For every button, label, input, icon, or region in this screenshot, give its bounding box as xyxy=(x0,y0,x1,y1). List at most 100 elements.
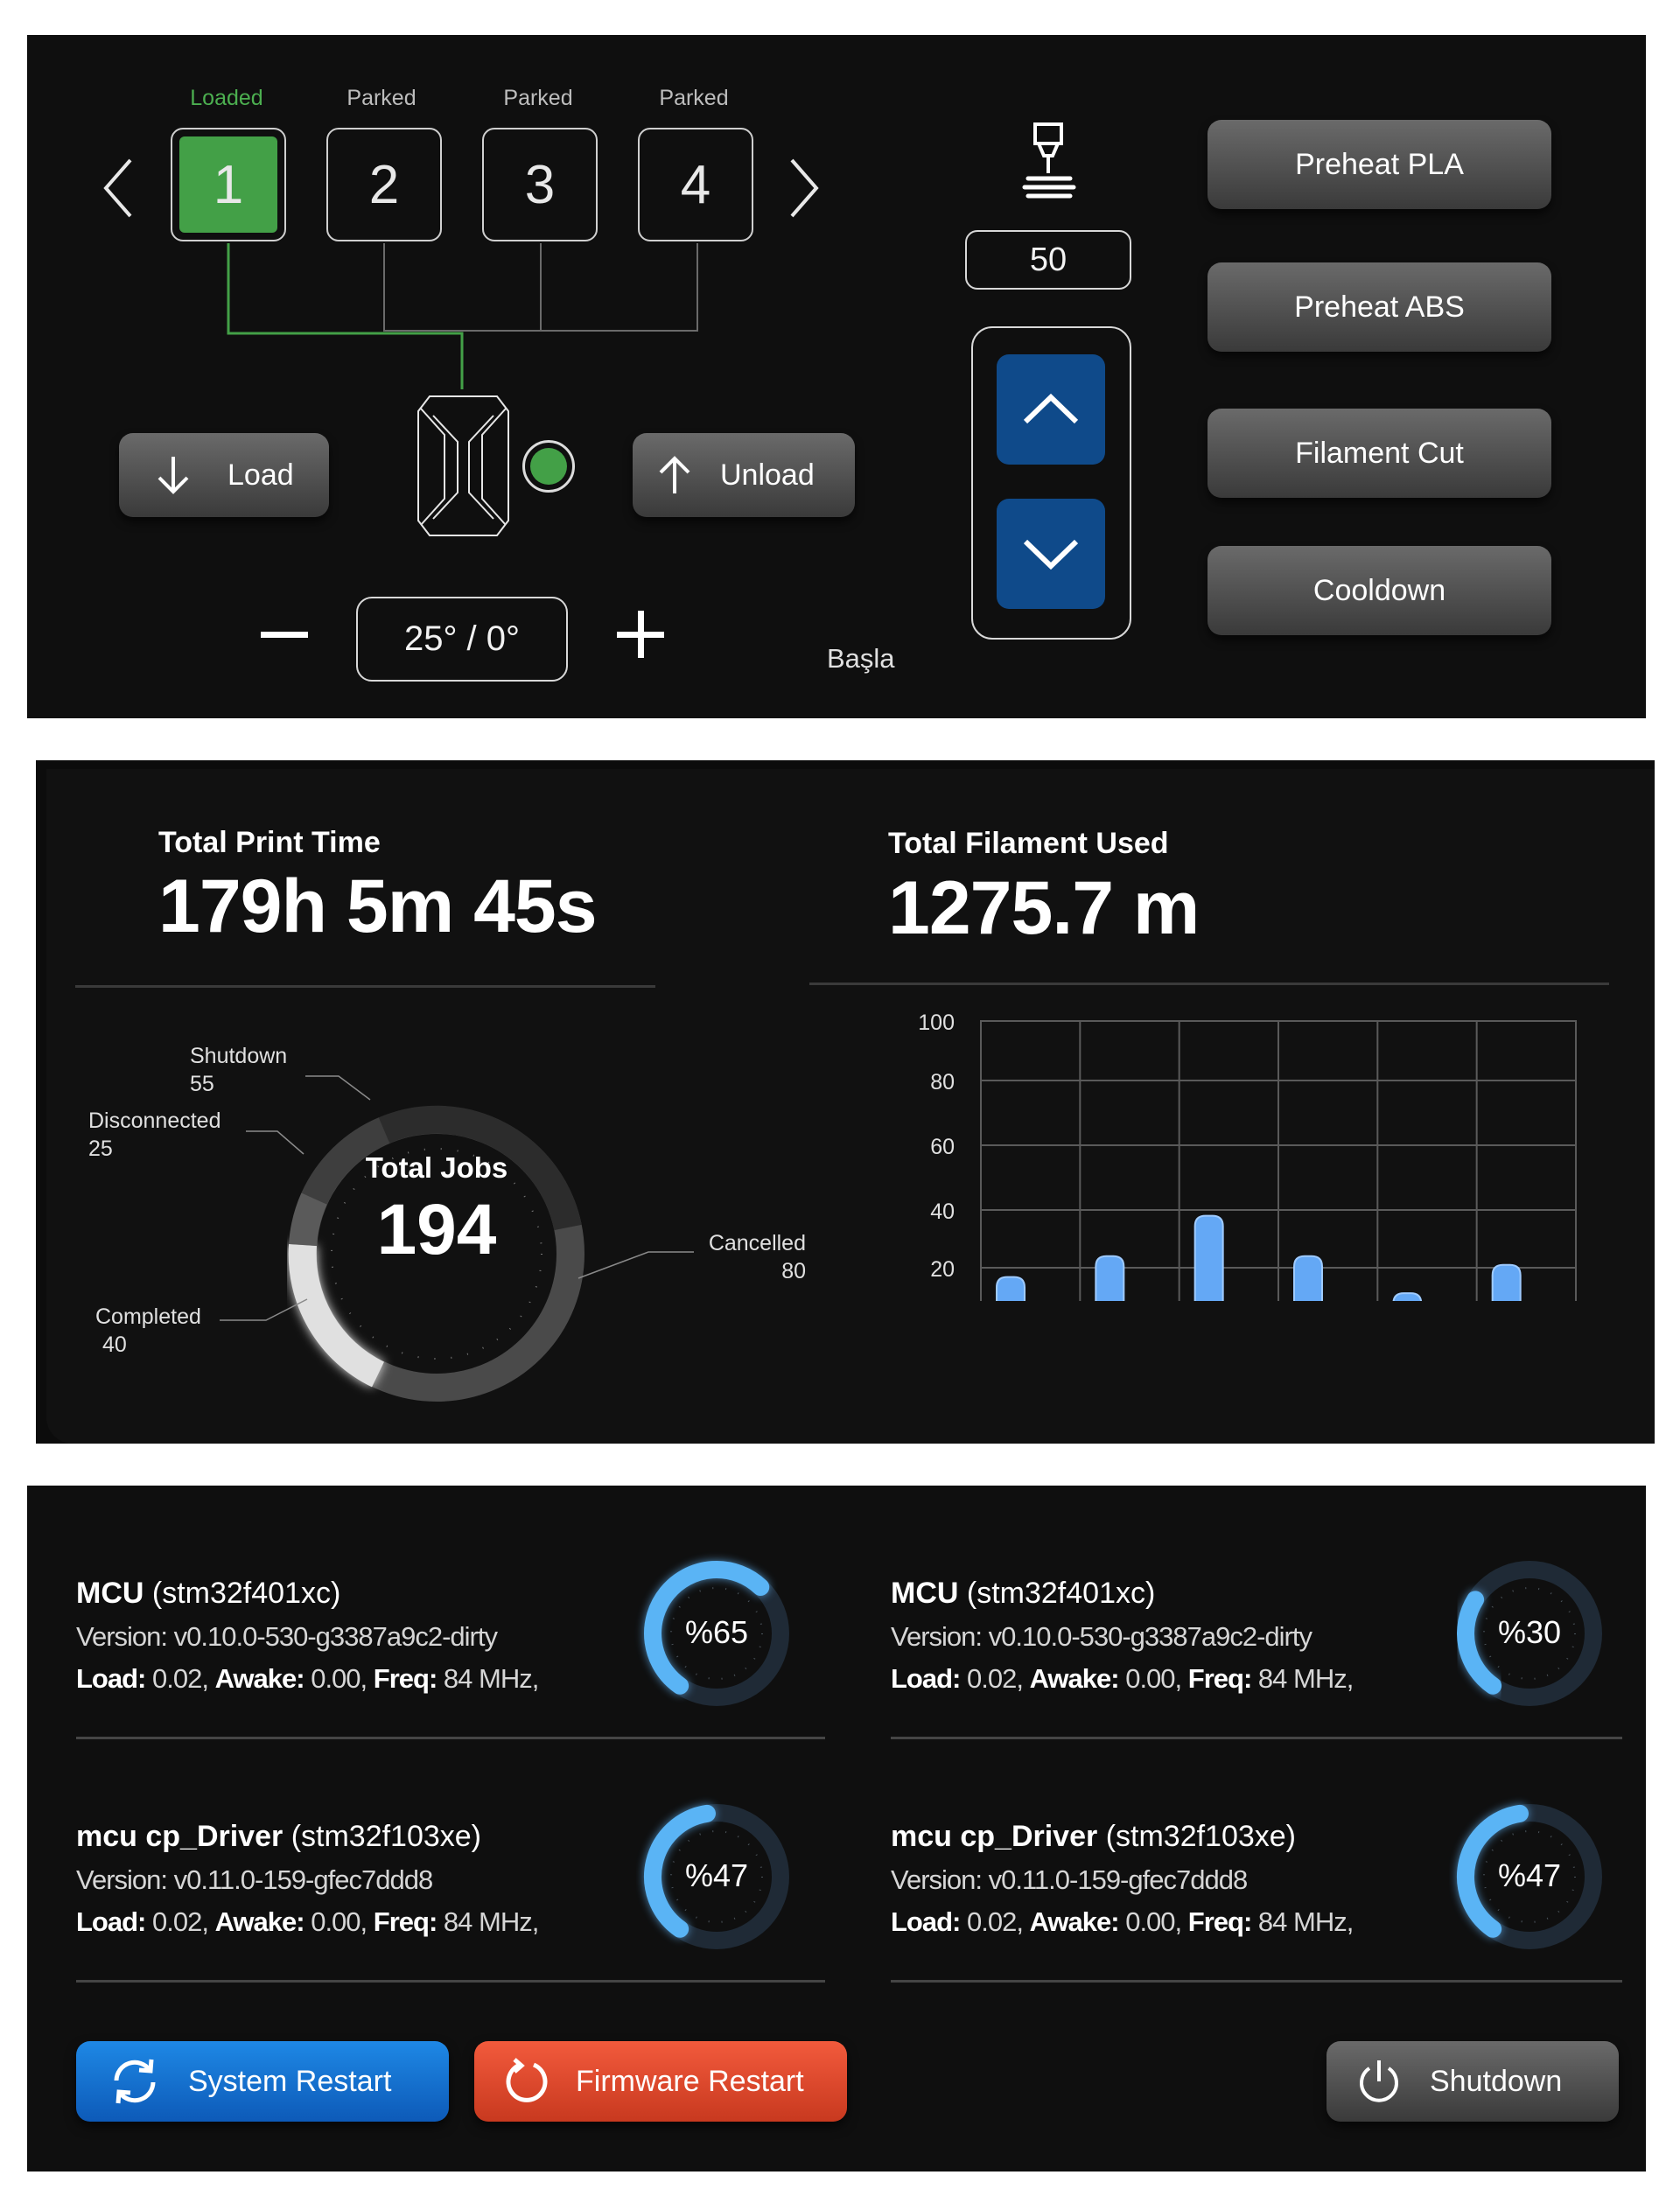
load-key: Load: xyxy=(76,1906,146,1937)
temperature-field[interactable]: 25° / 0° xyxy=(356,597,568,682)
mcu-chip: (stm32f401xc) xyxy=(151,1577,341,1610)
freq-key: Freq: xyxy=(373,1663,438,1694)
disconnected-name: Disconnected xyxy=(88,1108,221,1133)
firmware-restart-button[interactable]: Firmware Restart xyxy=(474,2041,847,2122)
gauge-percent: %47 xyxy=(1497,1857,1562,1893)
z-down-button[interactable] xyxy=(997,499,1105,609)
chevron-down-icon xyxy=(1023,539,1079,570)
preheat-abs-button[interactable]: Preheat ABS xyxy=(1208,262,1551,352)
mcu-title: MCU (stm32f401xc) xyxy=(76,1577,538,1611)
mcu-version: Version: v0.11.0-159-gfec7ddd8 xyxy=(891,1864,1248,1895)
disconnected-value: 25 xyxy=(88,1136,113,1161)
mcu-card: mcu cp_Driver (stm32f103xe) Version: v0.1… xyxy=(891,1820,1354,1938)
mcu-stats: Load: 0.02, Awake: 0.00, Freq: 84 MHz, xyxy=(76,1663,539,1695)
freq-value: 84 MHz, xyxy=(443,1663,539,1694)
load-label: Load xyxy=(228,458,294,492)
mcu-name: MCU xyxy=(76,1577,144,1610)
filament-bar-chart: 100806040200151617181920 xyxy=(918,1012,1577,1301)
donut-label-shutdown: Shutdown 55 xyxy=(190,1042,287,1098)
plus-icon[interactable] xyxy=(615,609,668,661)
filament-used-value: 1275.7 m xyxy=(888,866,1200,950)
shutdown-name: Shutdown xyxy=(190,1044,288,1068)
mcu-card: MCU (stm32f401xc) Version: v0.10.0-530-g3… xyxy=(76,1577,539,1695)
cancelled-value: 80 xyxy=(781,1259,806,1283)
completed-name: Completed xyxy=(95,1304,201,1329)
print-time-value: 179h 5m 45s xyxy=(158,864,598,948)
load-button[interactable]: Load xyxy=(119,433,329,517)
bar xyxy=(1491,1263,1522,1301)
freq-key: Freq: xyxy=(1187,1906,1252,1937)
system-restart-label: System Restart xyxy=(188,2064,392,2098)
refresh-icon xyxy=(114,2059,156,2104)
mcu-chip: (stm32f103xe) xyxy=(1105,1820,1297,1853)
divider xyxy=(891,1980,1622,1983)
load-key: Load: xyxy=(76,1663,146,1694)
gauge-percent: %47 xyxy=(684,1857,749,1893)
mcu-title: mcu cp_Driver (stm32f103xe) xyxy=(76,1820,538,1854)
awake-key: Awake: xyxy=(1029,1906,1120,1937)
shutdown-label: Shutdown xyxy=(1430,2064,1563,2098)
y-tick-label: 60 xyxy=(930,1135,955,1159)
donut-segment-disconnected xyxy=(289,1192,327,1247)
awake-key: Awake: xyxy=(214,1663,305,1694)
bar xyxy=(1095,1255,1125,1301)
y-tick-label: 20 xyxy=(930,1257,955,1282)
mcu-stats: Load: 0.02, Awake: 0.00, Freq: 84 MHz, xyxy=(891,1906,1354,1938)
y-tick-label: 40 xyxy=(930,1199,955,1224)
mcu-chip: (stm32f401xc) xyxy=(966,1577,1156,1610)
divider xyxy=(809,983,1609,985)
statistics-panel: Total Print Time 179h 5m 45s Total Filam… xyxy=(36,760,1655,1444)
status-indicator xyxy=(522,440,575,493)
mcu-version: Version: v0.11.0-159-gfec7ddd8 xyxy=(76,1864,433,1895)
mcu-card: MCU (stm32f401xc) Version: v0.10.0-530-g3… xyxy=(891,1577,1354,1695)
cooldown-button[interactable]: Cooldown xyxy=(1208,546,1551,635)
system-restart-button[interactable]: System Restart xyxy=(76,2041,449,2122)
freq-key: Freq: xyxy=(1187,1663,1252,1694)
load-value: 0.02, xyxy=(967,1906,1024,1937)
freq-value: 84 MHz, xyxy=(1257,1906,1354,1937)
z-value-field[interactable]: 50 xyxy=(965,230,1131,290)
mcu-chip: (stm32f103xe) xyxy=(290,1820,482,1853)
start-label[interactable]: Başla xyxy=(827,643,895,675)
nozzle-icon xyxy=(1022,122,1076,199)
gauge-percent: %65 xyxy=(684,1614,749,1650)
awake-value: 0.00, xyxy=(1125,1906,1182,1937)
mcu-version: Version: v0.10.0-530-g3387a9c2-dirty xyxy=(76,1621,498,1652)
firmware-restart-label: Firmware Restart xyxy=(576,2064,804,2098)
jobs-title: Total Jobs xyxy=(365,1151,508,1184)
restart-icon xyxy=(506,2058,548,2102)
donut-label-disconnected: Disconnected 25 xyxy=(88,1107,220,1163)
cancelled-name: Cancelled xyxy=(708,1231,806,1255)
extruder-icon xyxy=(417,395,509,536)
arrow-down-icon xyxy=(158,457,189,494)
load-value: 0.02, xyxy=(152,1906,209,1937)
z-up-button[interactable] xyxy=(997,354,1105,465)
shutdown-button[interactable]: Shutdown xyxy=(1326,2041,1619,2122)
preheat-pla-button[interactable]: Preheat PLA xyxy=(1208,120,1551,209)
donut-label-completed: Completed 40 xyxy=(95,1303,201,1359)
awake-value: 0.00, xyxy=(311,1906,368,1937)
load-value: 0.02, xyxy=(967,1663,1024,1694)
mcu-stats: Load: 0.02, Awake: 0.00, Freq: 84 MHz, xyxy=(76,1906,539,1938)
mcu-name: mcu cp_Driver xyxy=(891,1820,1098,1853)
load-value: 0.02, xyxy=(152,1663,209,1694)
filament-cut-button[interactable]: Filament Cut xyxy=(1208,409,1551,498)
bar xyxy=(1194,1214,1224,1301)
unload-label: Unload xyxy=(720,458,815,492)
chevron-up-icon xyxy=(1023,393,1079,424)
gauge-percent: %30 xyxy=(1497,1614,1562,1650)
bar xyxy=(996,1276,1026,1301)
unload-button[interactable]: Unload xyxy=(633,433,855,517)
print-time-label: Total Print Time xyxy=(158,826,381,859)
y-tick-label: 100 xyxy=(918,1012,955,1035)
y-tick-label: 80 xyxy=(930,1070,955,1095)
freq-key: Freq: xyxy=(373,1906,438,1937)
minus-icon[interactable] xyxy=(259,626,312,644)
awake-key: Awake: xyxy=(214,1906,305,1937)
toolhead-panel: Loaded Parked Parked Parked 1 2 3 4 Load… xyxy=(27,35,1646,718)
completed-value: 40 xyxy=(102,1332,127,1357)
filament-path-lines xyxy=(227,243,698,389)
divider xyxy=(891,1737,1622,1739)
awake-value: 0.00, xyxy=(311,1663,368,1694)
bar xyxy=(1293,1255,1323,1301)
